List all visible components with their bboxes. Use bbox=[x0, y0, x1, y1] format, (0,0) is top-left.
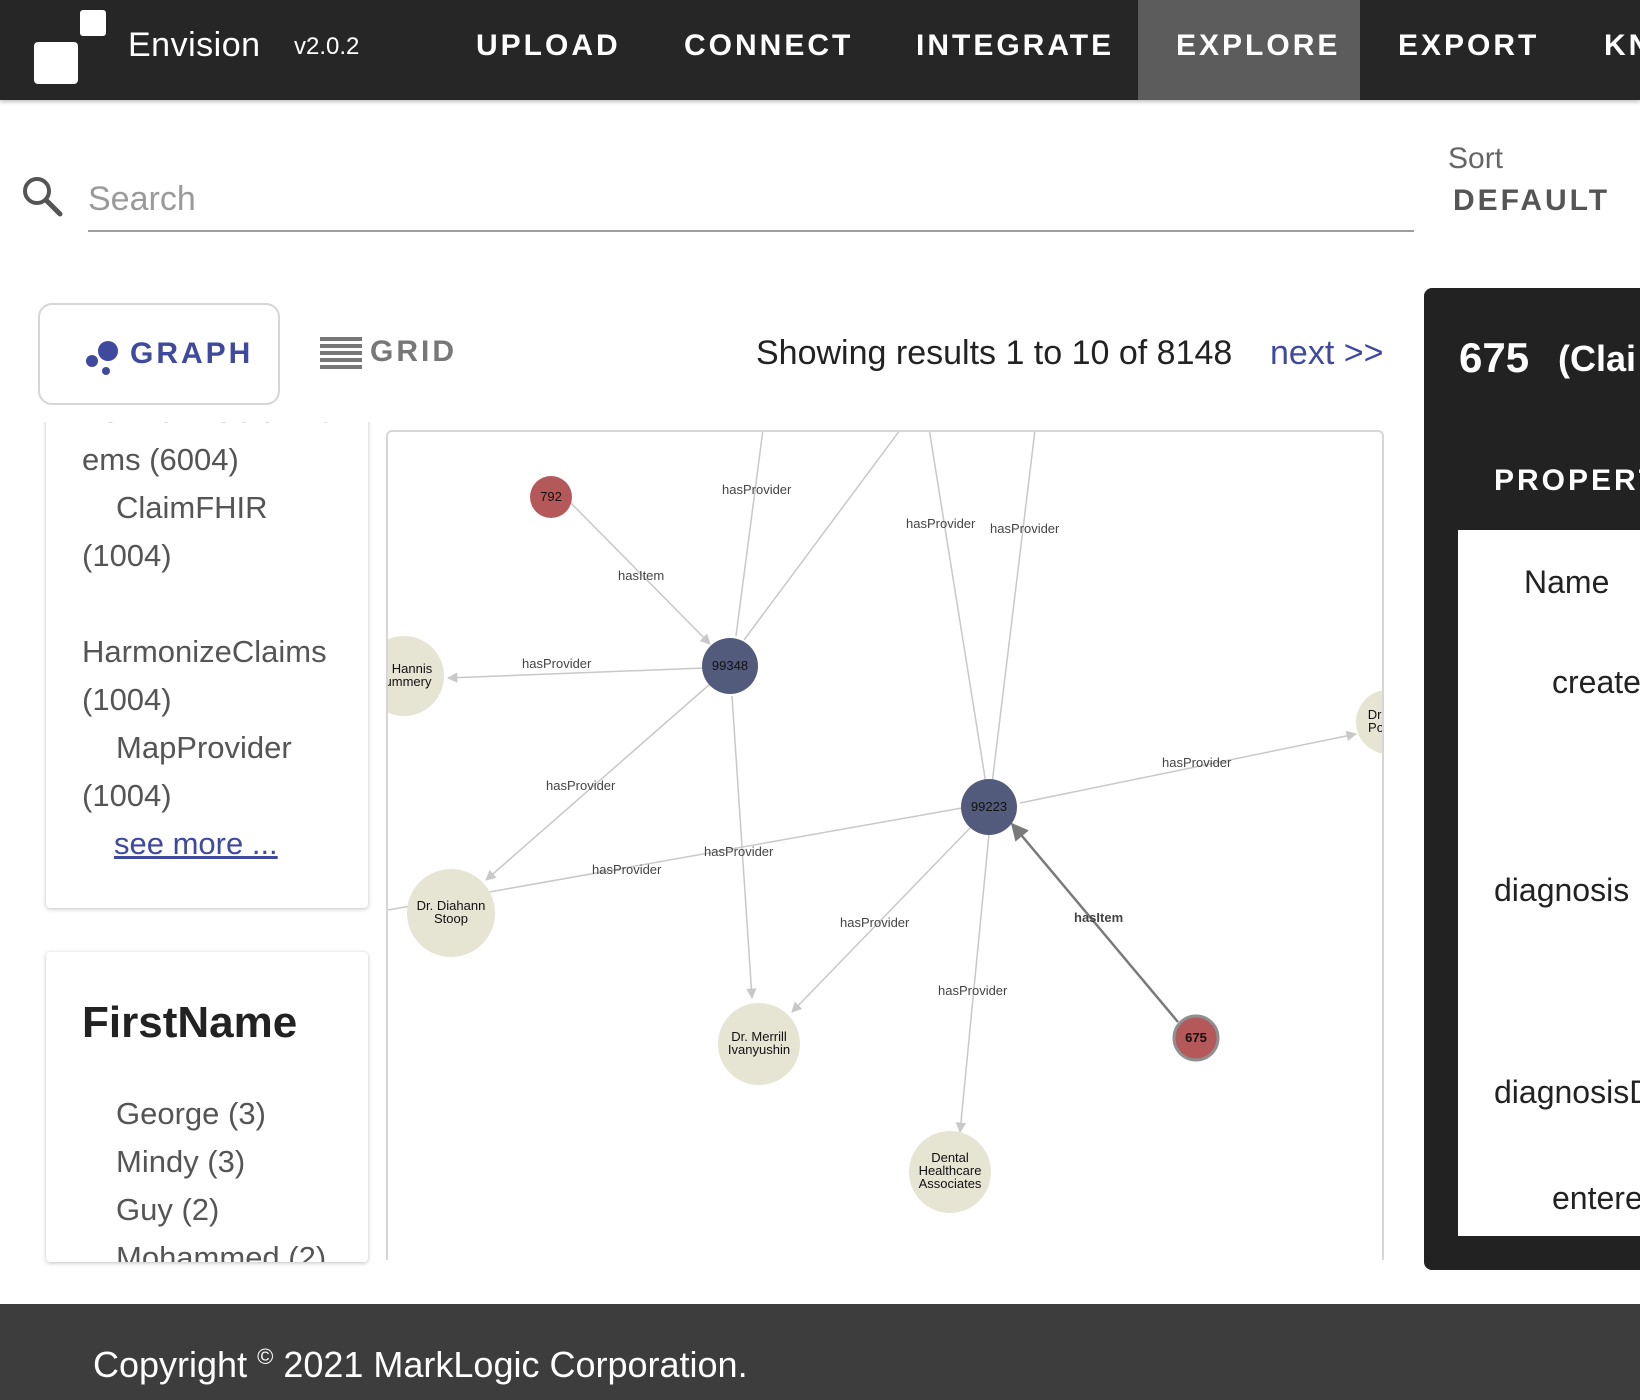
graph-node-99223[interactable]: 99223 bbox=[961, 779, 1017, 835]
facet-item-label[interactable]: Guy (2) bbox=[116, 1192, 219, 1228]
edge-label: hasItem bbox=[618, 568, 664, 583]
graph-node-provider-drpo[interactable]: Dr. Po bbox=[1356, 690, 1384, 754]
edge-label: hasItem bbox=[1074, 910, 1123, 925]
next-page-link[interactable]: next >> bbox=[1270, 334, 1383, 373]
facet-item-label[interactable]: ems (6004) bbox=[82, 442, 239, 478]
search-icon bbox=[23, 177, 63, 217]
graph-svg[interactable]: hasProvider hasProvider hasProvider hasI… bbox=[388, 432, 1384, 1260]
firstname-facet-card: FirstName George (3) Mindy (3) Guy (2) M… bbox=[46, 952, 368, 1262]
results-count: Showing results 1 to 10 of 8148 bbox=[756, 334, 1233, 372]
graph-node-99348[interactable]: 99348 bbox=[702, 638, 758, 694]
svg-text:ummery: ummery bbox=[388, 674, 432, 689]
property-name: diagnosis bbox=[1494, 872, 1630, 908]
svg-text:792: 792 bbox=[540, 489, 562, 504]
graph-node-provider-hannis[interactable]: Hannis ummery bbox=[388, 636, 444, 716]
detail-subtitle: (Clai bbox=[1558, 338, 1637, 379]
nav-export[interactable]: EXPORT bbox=[1360, 0, 1577, 100]
graph-edge[interactable] bbox=[743, 432, 906, 641]
graph-node-provider-merrill[interactable]: Dr. Merrill Ivanyushin bbox=[718, 1003, 800, 1085]
edge-label: hasProvider bbox=[840, 915, 910, 930]
svg-text:99348: 99348 bbox=[712, 658, 748, 673]
edge-label: hasProvider bbox=[938, 983, 1008, 998]
copyright-prefix: Copyright bbox=[93, 1344, 248, 1385]
collection-facet-card: HarmonizeClaimIt ems (6004) ClaimFHIR (1… bbox=[46, 422, 368, 908]
graph-node-792[interactable]: 792 bbox=[530, 476, 572, 518]
graph-edge[interactable] bbox=[991, 432, 1036, 785]
nav-explore[interactable]: EXPLORE bbox=[1138, 0, 1360, 100]
facet-title: FirstName bbox=[82, 998, 298, 1047]
edge-label: hasProvider bbox=[722, 482, 792, 497]
edge-label: hasProvider bbox=[1162, 755, 1232, 770]
nav-integrate[interactable]: INTEGRATE bbox=[878, 0, 1152, 100]
top-nav-bar: Envision v2.0.2 UPLOAD CONNECT INTEGRATE… bbox=[0, 0, 1640, 100]
detail-panel: 675 (Clai PROPERT Name create diagnosis … bbox=[1424, 288, 1640, 1270]
sort-label: Sort bbox=[1448, 142, 1504, 175]
svg-text:675: 675 bbox=[1185, 1030, 1207, 1045]
edge-label: hasProvider bbox=[592, 862, 662, 877]
copyright-symbol: © bbox=[257, 1344, 274, 1369]
app-version: v2.0.2 bbox=[294, 33, 360, 60]
properties-table: Name create diagnosis diagnosisD entere bbox=[1458, 530, 1640, 1236]
property-name: entere bbox=[1552, 1180, 1640, 1216]
nav-upload[interactable]: UPLOAD bbox=[438, 0, 659, 100]
copyright-text: Copyright © 2021 MarkLogic Corporation. bbox=[93, 1344, 748, 1386]
grid-view-label: GRID bbox=[370, 335, 457, 368]
graph-node-provider-dental[interactable]: Dental Healthcare Associates bbox=[909, 1131, 991, 1213]
svg-text:Stoop: Stoop bbox=[434, 911, 468, 926]
graph-node-provider-diahann[interactable]: Dr. Diahann Stoop bbox=[407, 869, 495, 957]
edge-label: hasProvider bbox=[522, 656, 592, 671]
property-name: Name bbox=[1524, 564, 1610, 600]
envision-logo-icon[interactable] bbox=[32, 10, 108, 84]
facet-item-label[interactable]: MapProvider bbox=[116, 730, 292, 766]
facet-item-label[interactable]: George (3) bbox=[116, 1096, 266, 1132]
facet-item-label[interactable]: HarmonizeClaims bbox=[82, 634, 327, 670]
facet-item-label[interactable]: (1004) bbox=[82, 778, 172, 814]
facet-item-label[interactable]: Mindy (3) bbox=[116, 1144, 245, 1180]
graph-edge[interactable] bbox=[735, 432, 764, 637]
graph-node-675[interactable]: 675 bbox=[1172, 1014, 1220, 1062]
graph-view-label: GRAPH bbox=[130, 337, 254, 370]
facet-item-label[interactable]: (1004) bbox=[82, 682, 172, 718]
edge-label: hasProvider bbox=[546, 778, 616, 793]
svg-text:Ivanyushin: Ivanyushin bbox=[728, 1042, 790, 1057]
footer: Copyright © 2021 MarkLogic Corporation. bbox=[0, 1304, 1640, 1400]
edge-label: hasProvider bbox=[704, 844, 774, 859]
property-name: diagnosisD bbox=[1494, 1074, 1640, 1110]
svg-text:99223: 99223 bbox=[971, 799, 1007, 814]
sort-dropdown[interactable]: DEFAULT bbox=[1453, 184, 1610, 218]
search-input[interactable] bbox=[88, 168, 1414, 232]
graph-dots-icon bbox=[86, 341, 118, 375]
property-name: create bbox=[1552, 664, 1640, 700]
list-lines-icon bbox=[320, 337, 362, 369]
edge-label: hasProvider bbox=[906, 516, 976, 531]
app-name: Envision bbox=[128, 26, 261, 64]
facet-item-label[interactable]: (1004) bbox=[82, 538, 172, 574]
graph-canvas[interactable]: hasProvider hasProvider hasProvider hasI… bbox=[386, 430, 1384, 1260]
detail-title: 675 bbox=[1459, 334, 1530, 381]
svg-text:Po: Po bbox=[1368, 720, 1384, 735]
graph-view-button[interactable]: GRAPH bbox=[38, 303, 280, 405]
svg-text:Associates: Associates bbox=[919, 1176, 982, 1191]
copyright-body: 2021 MarkLogic Corporation. bbox=[283, 1344, 748, 1385]
facet-item-label[interactable]: Mohammed (2) bbox=[116, 1240, 326, 1262]
tab-properties[interactable]: PROPERT bbox=[1494, 464, 1640, 498]
nav-knowledge[interactable]: KN bbox=[1566, 0, 1640, 100]
facet-item-label[interactable]: ClaimFHIR bbox=[116, 490, 268, 526]
see-more-link[interactable]: see more ... bbox=[114, 826, 278, 862]
nav-connect[interactable]: CONNECT bbox=[646, 0, 891, 100]
graph-edge[interactable] bbox=[928, 432, 987, 785]
edge-label: hasProvider bbox=[990, 521, 1060, 536]
